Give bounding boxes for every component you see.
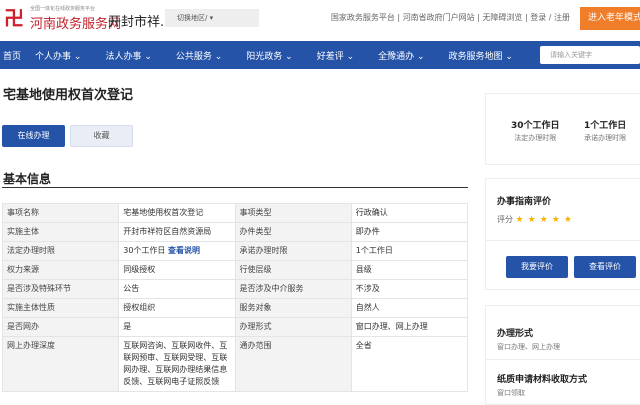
page-title: 宅基地使用权首次登记	[3, 88, 134, 103]
search-input[interactable]: 请输入关键字	[540, 46, 640, 64]
field-label: 是否网办	[1, 317, 120, 337]
star-icon: ★	[515, 215, 524, 225]
handling-info-card: 办理形式 窗口办理、网上办理 纸质申请材料收取方式 窗口领取	[485, 305, 640, 405]
field-label: 法定办理时限	[1, 241, 120, 261]
field-label: 服务对象	[234, 298, 352, 318]
nav-map[interactable]: 政务服务地图 ⌄	[449, 49, 513, 62]
promise-days: 1个工作日	[584, 121, 627, 131]
table-row: 实施主体 开封市祥符区自然资源局 办件类型 即办件	[1, 222, 469, 242]
paper-title: 纸质申请材料收取方式	[497, 375, 588, 385]
field-value: 同级授权	[118, 260, 236, 280]
table-row: 是否涉及特殊环节 公告 是否涉及中介服务 不涉及	[1, 279, 469, 299]
field-value: 行政确认	[350, 203, 469, 223]
field-value: 1个工作日	[350, 241, 469, 261]
star-rating: ★ ★ ★ ★ ★	[515, 215, 576, 225]
link-accessibility[interactable]: 无障碍浏览	[482, 13, 522, 22]
field-label: 是否涉及中介服务	[234, 279, 352, 299]
chevron-down-icon: ▾	[209, 14, 214, 22]
view-ratings-button[interactable]: 查看评价	[574, 256, 636, 278]
field-label: 事项类型	[234, 203, 352, 223]
field-label: 实施主体性质	[1, 298, 120, 318]
legal-days: 30个工作日	[511, 121, 560, 131]
nav-sunshine[interactable]: 阳光政务 ⌄	[246, 49, 292, 62]
field-label: 权力来源	[1, 260, 120, 280]
field-label: 承诺办理时限	[234, 241, 352, 261]
nav-public[interactable]: 公共服务 ⌄	[176, 49, 222, 62]
field-label: 事项名称	[1, 203, 120, 223]
table-row: 权力来源 同级授权 行使层级 县级	[1, 260, 469, 280]
nav-personal[interactable]: 个人办事 ⌄	[35, 49, 81, 62]
star-icon: ★	[527, 215, 536, 225]
divider	[2, 187, 468, 188]
time-limit-card: 30个工作日 法定办理时限 1个工作日承诺办理时限	[485, 93, 640, 165]
view-note-link[interactable]: 查看说明	[168, 246, 200, 255]
field-value: 即办件	[350, 222, 469, 242]
field-value: 开封市祥符区自然资源局	[118, 222, 236, 242]
top-links: 国家政务服务平台 | 河南省政府门户网站 | 无障碍浏览 | 登录 / 注册	[330, 13, 570, 22]
logo-subtitle: 全国一体化在线政务服务平台	[30, 6, 96, 12]
field-value: 自然人	[350, 298, 469, 318]
field-value: 公告	[118, 279, 236, 299]
field-label: 行使层级	[234, 260, 352, 280]
evaluation-card: 办事指南评价 评分 ★ ★ ★ ★ ★ 我要评价 查看评价	[485, 178, 640, 290]
star-icon: ★	[563, 215, 572, 225]
field-value: 不涉及	[350, 279, 469, 299]
paper-value: 窗口领取	[497, 389, 525, 397]
online-apply-button[interactable]: 在线办理	[2, 125, 65, 147]
nav-province[interactable]: 全豫通办 ⌄	[378, 49, 424, 62]
link-login[interactable]: 登录 / 注册	[530, 13, 570, 22]
table-row: 事项名称 宅基地使用权首次登记 事项类型 行政确认	[1, 203, 469, 223]
field-value: 窗口办理、网上办理	[350, 317, 469, 337]
nav-home[interactable]: 首页	[3, 49, 21, 62]
star-icon: ★	[551, 215, 560, 225]
form-value: 窗口办理、网上办理	[497, 343, 560, 351]
eval-title: 办事指南评价	[497, 197, 552, 207]
star-icon: ★	[539, 215, 548, 225]
field-value: 30个工作日 查看说明	[118, 241, 236, 261]
field-value: 全省	[350, 336, 469, 392]
rate-button[interactable]: 我要评价	[506, 256, 568, 278]
legal-label: 法定办理时限	[514, 134, 557, 142]
elder-mode-button[interactable]: 进入老年模式	[580, 7, 640, 30]
nav-legal[interactable]: 法人办事 ⌄	[105, 49, 151, 62]
field-label: 网上办理深度	[1, 336, 120, 392]
link-national-platform[interactable]: 国家政务服务平台	[331, 13, 395, 22]
table-row: 是否网办是办理形式 窗口办理、网上办理	[1, 317, 469, 337]
table-row: 法定办理时限 30个工作日 查看说明 承诺办理时限 1个工作日	[1, 241, 469, 261]
field-value: 是	[118, 317, 236, 337]
favorite-button[interactable]: 收藏	[70, 125, 133, 147]
field-value: 县级	[350, 260, 469, 280]
field-value: 互联网咨询、互联网收件、互联网预审、互联网受理、互联网办理、互联网办理结果信息反…	[118, 336, 236, 392]
logo-icon: 卍	[4, 6, 24, 30]
promise-label: 承诺办理时限	[584, 134, 627, 142]
field-value: 授权组织	[118, 298, 236, 318]
field-label: 办理形式	[234, 317, 352, 337]
field-label: 是否涉及特殊环节	[1, 279, 120, 299]
field-label: 通办范围	[234, 336, 352, 392]
city-name: 开封市祥...	[108, 15, 173, 30]
link-henan-portal[interactable]: 河南省政府门户网站	[403, 13, 475, 22]
score-label: 评分	[497, 215, 513, 224]
table-row: 网上办理深度 互联网咨询、互联网收件、互联网预审、互联网受理、互联网办理、互联网办…	[1, 336, 469, 392]
field-value: 宅基地使用权首次登记	[118, 203, 236, 223]
basic-info-table: 事项名称 宅基地使用权首次登记 事项类型 行政确认 实施主体 开封市祥符区自然资源局 办件类…	[1, 203, 469, 392]
table-row: 实施主体性质 授权组织 服务对象 自然人	[1, 298, 469, 318]
field-label: 实施主体	[1, 222, 120, 242]
field-label: 办件类型	[234, 222, 352, 242]
nav-rating[interactable]: 好差评 ⌄	[317, 49, 354, 62]
region-label: 切换地区/	[177, 14, 208, 22]
form-title: 办理形式	[497, 329, 534, 339]
section-title: 基本信息	[3, 172, 52, 186]
